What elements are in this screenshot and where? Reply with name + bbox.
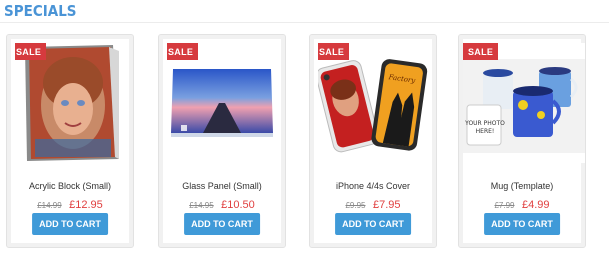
sale-price: £10.50 bbox=[221, 199, 255, 211]
product-image-mug[interactable]: YOUR PHOTO HERE! SALE bbox=[463, 43, 585, 163]
sale-price: £7.95 bbox=[372, 199, 401, 211]
price-group: £14.95 £10.50 bbox=[159, 195, 285, 213]
price-group: £7.99 £4.99 bbox=[459, 195, 585, 213]
product-card-iphone-cover: Factory SALE iPhone 4/4s Cover £9.95 £7.… bbox=[309, 34, 437, 248]
mug-text-line2: HERE! bbox=[476, 128, 495, 135]
product-card-acrylic-block: SALE Acrylic Block (Small) £14.99 £12.95… bbox=[6, 34, 134, 248]
product-name[interactable]: iPhone 4/4s Cover bbox=[310, 181, 436, 191]
sale-price: £4.99 bbox=[521, 199, 550, 211]
sale-badge: SALE bbox=[463, 43, 499, 60]
mug-text-line1: YOUR PHOTO bbox=[464, 120, 505, 127]
product-card-mug: YOUR PHOTO HERE! SALE Mug (Template) £7.… bbox=[458, 34, 586, 248]
sale-price: £12.95 bbox=[69, 199, 103, 211]
section-title: SPECIALS bbox=[4, 2, 77, 20]
product-name[interactable]: Acrylic Block (Small) bbox=[7, 181, 133, 191]
old-price: £9.95 bbox=[345, 201, 366, 210]
price-group: £9.95 £7.95 bbox=[310, 195, 436, 213]
product-image-iphone-cover[interactable]: Factory SALE bbox=[318, 43, 428, 163]
sale-badge: SALE bbox=[167, 43, 199, 60]
product-image-acrylic-block[interactable]: SALE bbox=[15, 43, 125, 163]
add-to-cart-button[interactable]: ADD TO CART bbox=[335, 213, 411, 235]
title-divider bbox=[0, 22, 609, 23]
old-price: £14.99 bbox=[37, 201, 62, 210]
product-card-glass-panel: SALE Glass Panel (Small) £14.95 £10.50 A… bbox=[158, 34, 286, 248]
old-price: £14.95 bbox=[189, 201, 214, 210]
add-to-cart-button[interactable]: ADD TO CART bbox=[184, 213, 260, 235]
add-to-cart-button[interactable]: ADD TO CART bbox=[484, 213, 560, 235]
add-to-cart-button[interactable]: ADD TO CART bbox=[32, 213, 108, 235]
old-price: £7.99 bbox=[494, 201, 515, 210]
product-name[interactable]: Mug (Template) bbox=[459, 181, 585, 191]
sale-badge: SALE bbox=[15, 43, 47, 60]
product-name[interactable]: Glass Panel (Small) bbox=[159, 181, 285, 191]
sale-badge: SALE bbox=[318, 43, 350, 60]
price-group: £14.99 £12.95 bbox=[7, 195, 133, 213]
product-image-glass-panel[interactable]: SALE bbox=[167, 43, 277, 163]
